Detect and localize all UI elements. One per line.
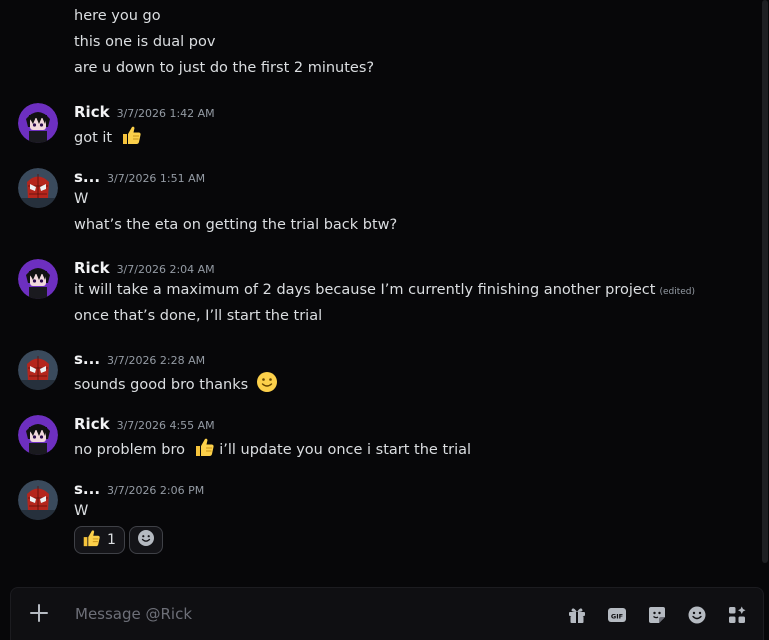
message-text: once that’s done, I’ll start the trial: [74, 308, 323, 324]
thumbs-up-emoji: [81, 528, 101, 552]
apps-icon[interactable]: [727, 605, 747, 625]
message-text-content: it will take a maximum of 2 days because…: [74, 282, 656, 298]
message-text: got it: [74, 124, 142, 152]
message-header: Rick 3/7/2026 1:42 AM: [74, 102, 215, 124]
thumbs-up-emoji: [193, 436, 215, 464]
thumbs-up-emoji: [120, 124, 142, 152]
avatar-spider[interactable]: [18, 350, 58, 390]
message-text: sounds good bro thanks: [74, 371, 278, 399]
author-name[interactable]: Rick: [74, 103, 110, 121]
avatar-rick[interactable]: [18, 103, 58, 143]
sticker-icon[interactable]: [647, 605, 667, 625]
scrollbar-thumb[interactable]: [762, 0, 768, 563]
message-header: s... 3/7/2026 2:28 AM: [74, 349, 205, 371]
add-reaction-icon: [137, 529, 155, 551]
message-text: it will take a maximum of 2 days because…: [74, 280, 695, 302]
add-reaction-button[interactable]: [128, 526, 163, 554]
message-header: s... 3/7/2026 2:06 PM: [74, 479, 204, 501]
timestamp: 3/7/2026 2:06 PM: [107, 484, 205, 497]
emoji-icon[interactable]: [687, 605, 707, 625]
message-composer: GIF: [10, 587, 764, 640]
avatar-rick[interactable]: [18, 415, 58, 455]
message-text-content: got it: [74, 130, 113, 146]
author-name[interactable]: s...: [74, 168, 100, 186]
message-header: s... 3/7/2026 1:51 AM: [74, 167, 205, 189]
author-name[interactable]: Rick: [74, 415, 110, 433]
message-header: Rick 3/7/2026 4:55 AM: [74, 414, 215, 436]
scrollbar[interactable]: [761, 0, 769, 563]
timestamp: 3/7/2026 1:51 AM: [107, 172, 206, 185]
gift-icon[interactable]: [567, 605, 587, 625]
avatar-spider[interactable]: [18, 168, 58, 208]
timestamp: 3/7/2026 4:55 AM: [116, 419, 215, 432]
avatar-spider[interactable]: [18, 480, 58, 520]
author-name[interactable]: s...: [74, 480, 100, 498]
reaction-count: 1: [107, 532, 116, 548]
message-input[interactable]: [73, 600, 547, 628]
timestamp: 3/7/2026 2:04 AM: [116, 263, 215, 276]
message-header: Rick 3/7/2026 2:04 AM: [74, 258, 215, 280]
reactions-bar: 1: [74, 526, 163, 554]
timestamp: 3/7/2026 1:42 AM: [116, 107, 215, 120]
message-text: are u down to just do the first 2 minute…: [74, 60, 375, 76]
message-text: no problem bro i’ll update you once i st…: [74, 436, 471, 464]
message-list: here you go this one is dual pov are u d…: [0, 0, 760, 585]
avatar-rick[interactable]: [18, 259, 58, 299]
message-text: what’s the eta on getting the trial back…: [74, 217, 398, 233]
svg-text:GIF: GIF: [611, 613, 623, 621]
plus-icon[interactable]: [27, 601, 51, 625]
message-text: this one is dual pov: [74, 34, 216, 50]
author-name[interactable]: s...: [74, 350, 100, 368]
message-text-content: no problem bro: [74, 442, 185, 458]
message-text: here you go: [74, 8, 161, 24]
timestamp: 3/7/2026 2:28 AM: [107, 354, 206, 367]
message-text: W: [74, 191, 89, 207]
message-text-content: i’ll update you once i start the trial: [219, 442, 472, 458]
reaction-thumbs-up[interactable]: 1: [74, 526, 125, 554]
edited-label: (edited): [659, 287, 696, 297]
slight-smile-emoji: [256, 371, 278, 399]
gif-icon[interactable]: GIF: [607, 605, 627, 625]
message-text: W: [74, 503, 89, 519]
author-name[interactable]: Rick: [74, 259, 110, 277]
message-text-content: sounds good bro thanks: [74, 377, 249, 393]
